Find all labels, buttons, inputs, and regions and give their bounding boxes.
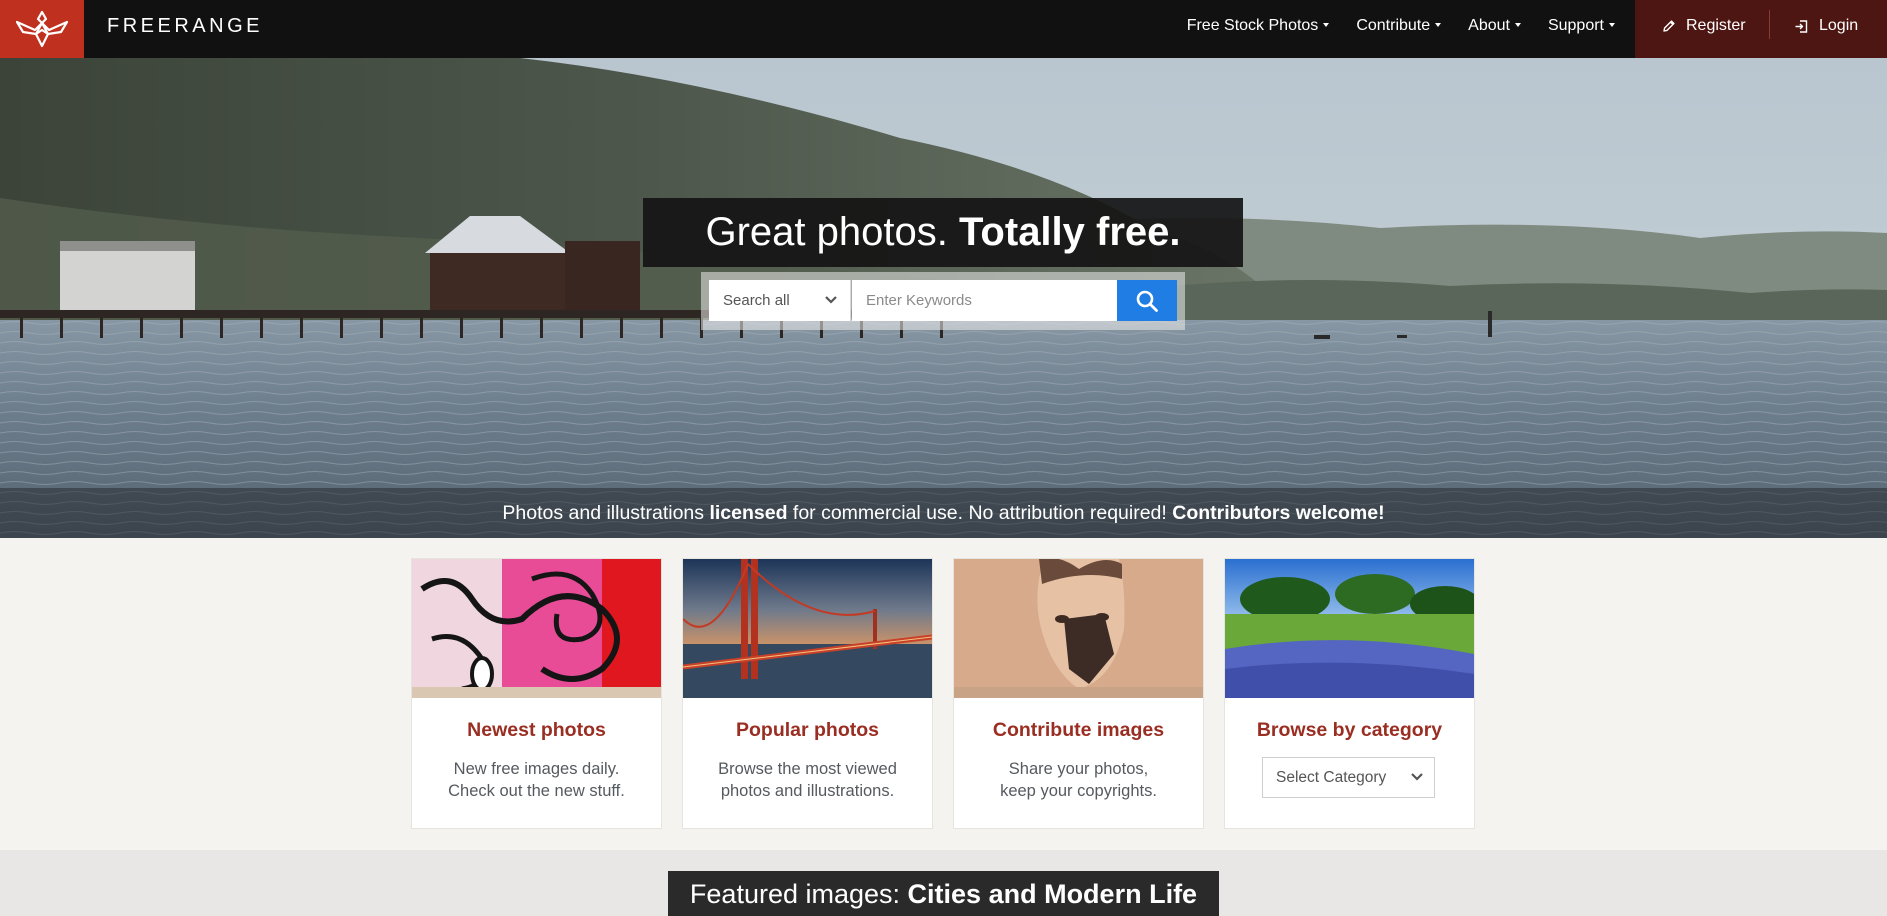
category-select-value: Select Category — [1276, 769, 1387, 786]
card-desc-line: New free images daily. — [453, 760, 620, 778]
card-description: New free images daily. Check out the new… — [412, 758, 661, 802]
caret-down-icon — [1323, 23, 1330, 27]
search-bar: Search all — [701, 272, 1185, 330]
card-title[interactable]: Contribute images — [954, 719, 1203, 742]
search-icon — [1136, 290, 1158, 312]
nav-label: Support — [1547, 17, 1604, 34]
nav-contribute[interactable]: Contribute — [1356, 17, 1442, 35]
card-desc-line: Browse the most viewed — [718, 760, 897, 778]
card-image-flower-meadow[interactable] — [1225, 559, 1474, 698]
tagline-licensed-link[interactable]: licensed — [709, 502, 787, 524]
card-desc-line: photos and illustrations. — [720, 782, 895, 800]
hero-title: Great photos. Totally free. — [643, 198, 1243, 267]
tagline-contributors-link[interactable]: Contributors welcome! — [1172, 502, 1384, 524]
nav-label: Free Stock Photos — [1186, 17, 1319, 34]
card-title[interactable]: Browse by category — [1225, 719, 1474, 742]
logo-link[interactable] — [0, 0, 84, 58]
top-navbar: FREERANGE Free Stock Photos Contribute A… — [0, 0, 1887, 58]
card-newest-photos: Newest photos New free images daily. Che… — [411, 558, 662, 829]
hero-title-bold: Totally free. — [958, 210, 1181, 254]
card-desc-line: Check out the new stuff. — [448, 782, 625, 800]
category-select[interactable]: Select Category — [1262, 757, 1435, 798]
nav-label: About — [1468, 17, 1510, 34]
card-contribute-images: Contribute images Share your photos, kee… — [953, 558, 1204, 829]
featured-title: Featured images: Cities and Modern Life — [668, 871, 1219, 916]
nav-about[interactable]: About — [1468, 17, 1521, 35]
register-label: Register — [1686, 17, 1746, 34]
caret-down-icon — [1514, 23, 1521, 27]
card-popular-photos: Popular photos Browse the most viewed ph… — [682, 558, 933, 829]
card-image-graffiti[interactable] — [412, 559, 661, 698]
card-description: Share your photos, keep your copyrights. — [954, 758, 1203, 802]
featured-prefix: Featured images: — [689, 879, 901, 909]
card-desc-line: Share your photos, — [1008, 760, 1149, 778]
caret-down-icon — [1435, 23, 1442, 27]
brand-name[interactable]: FREERANGE — [107, 0, 263, 58]
search-scope-select[interactable]: Search all — [709, 280, 851, 321]
featured-name[interactable]: Cities and Modern Life — [908, 879, 1198, 909]
nav-support[interactable]: Support — [1548, 17, 1615, 35]
card-browse-by-category: Browse by category Select Category — [1224, 558, 1475, 829]
search-scope-value: Search all — [723, 292, 790, 309]
pencil-icon — [1663, 20, 1675, 32]
auth-panel: Register Login — [1635, 0, 1887, 58]
tagline-text-1: Photos and illustrations — [502, 502, 705, 524]
main-menu: Free Stock Photos Contribute About Suppo… — [1160, 0, 1615, 52]
chevron-down-icon — [824, 280, 838, 337]
caret-down-icon — [1609, 23, 1615, 27]
card-description: Browse the most viewed photos and illust… — [683, 758, 932, 802]
card-desc-line: keep your copyrights. — [1000, 782, 1157, 800]
register-button[interactable]: Register — [1662, 0, 1746, 52]
hero-banner: Great photos. Totally free. Search all P… — [0, 58, 1887, 538]
tagline-text-2: for commercial use. No attribution requi… — [792, 502, 1167, 524]
login-button[interactable]: Login — [1794, 0, 1858, 52]
card-title[interactable]: Popular photos — [683, 719, 932, 742]
nav-free-stock-photos[interactable]: Free Stock Photos — [1187, 17, 1330, 35]
card-title[interactable]: Newest photos — [412, 719, 661, 742]
login-icon — [1795, 19, 1808, 33]
card-image-golden-gate-bridge[interactable] — [683, 559, 932, 698]
chevron-down-icon — [1410, 758, 1424, 812]
hero-tagline: Photos and illustrations licensed for co… — [0, 488, 1887, 538]
card-image-painted-face-portrait[interactable] — [954, 559, 1203, 698]
auth-divider — [1769, 10, 1770, 39]
search-input[interactable] — [852, 280, 1117, 321]
nav-label: Contribute — [1356, 17, 1431, 34]
search-button[interactable] — [1117, 280, 1177, 321]
hero-title-light: Great photos. — [705, 210, 948, 254]
bird-logo-icon — [15, 10, 69, 48]
login-label: Login — [1819, 17, 1859, 34]
